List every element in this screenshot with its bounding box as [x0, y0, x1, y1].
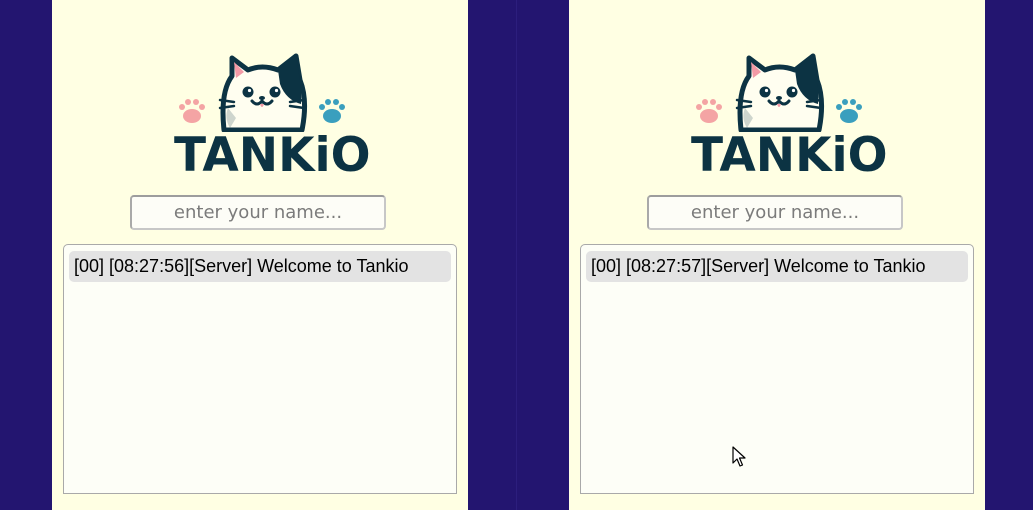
- mouse-pointer-icon: [732, 446, 746, 467]
- logo-wordmark: TANKiO: [174, 128, 371, 183]
- paw-icon: [179, 99, 205, 123]
- logo-wordmark: TANKiO: [691, 128, 888, 183]
- chat-message: [00] [08:27:57][Server] Welcome to Tanki…: [586, 251, 968, 282]
- name-input[interactable]: [647, 195, 903, 230]
- paw-icon: [696, 99, 722, 123]
- split-screen: TANKiO [00] [08:27:56][Server] Welcome t…: [0, 0, 1033, 510]
- cat-logo-icon: [179, 53, 345, 132]
- cat-logo-icon: [696, 53, 862, 132]
- name-input[interactable]: [130, 195, 386, 230]
- chat-log[interactable]: [00] [08:27:57][Server] Welcome to Tanki…: [580, 244, 974, 494]
- screen-divider: [516, 0, 517, 510]
- chat-log[interactable]: [00] [08:27:56][Server] Welcome to Tanki…: [63, 244, 457, 494]
- tankio-logo: TANKiO: [174, 52, 371, 184]
- chat-message: [00] [08:27:56][Server] Welcome to Tanki…: [69, 251, 451, 282]
- paw-icon: [319, 99, 345, 123]
- game-panel-right: TANKiO [00] [08:27:57][Server] Welcome t…: [569, 0, 985, 510]
- tankio-logo: TANKiO: [691, 52, 888, 184]
- game-panel-left: TANKiO [00] [08:27:56][Server] Welcome t…: [52, 0, 468, 510]
- paw-icon: [836, 99, 862, 123]
